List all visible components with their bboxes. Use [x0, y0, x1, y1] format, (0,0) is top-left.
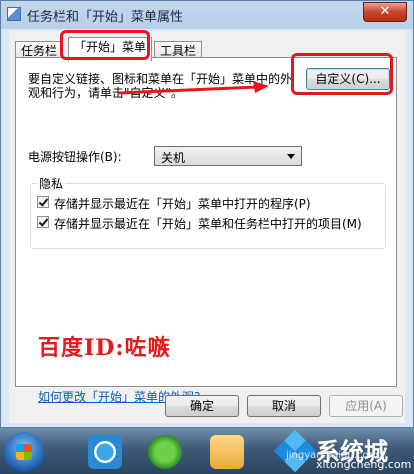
customize-button-highlight — [291, 53, 393, 95]
window-title: 任务栏和「开始」菜单属性 — [27, 10, 184, 25]
title-bar[interactable]: 任务栏和「开始」菜单属性 ✕ — [1, 1, 413, 27]
power-button-select[interactable]: 关机 — [154, 146, 302, 166]
folder-icon[interactable] — [210, 435, 244, 469]
refresh-app-icon[interactable] — [148, 435, 182, 469]
close-button[interactable]: ✕ — [363, 2, 407, 22]
cancel-button[interactable]: 取消 — [247, 395, 321, 417]
recent-items-label: 存储并显示最近在「开始」菜单和任务栏中打开的项目(M) — [54, 217, 362, 231]
taskbar: 系统城 jingyan.baidu.com xitongcheng.com — [0, 428, 414, 474]
ok-button[interactable]: 确定 — [165, 395, 239, 417]
recent-programs-label: 存储并显示最近在「开始」菜单中打开的程序(P) — [54, 197, 311, 211]
privacy-group-title: 隐私 — [37, 175, 66, 192]
privacy-group: 隐私 存储并显示最近在「开始」菜单中打开的程序(P) 存储并显示最近在「开始」菜… — [30, 175, 386, 249]
start-menu-tab-highlight — [60, 30, 150, 60]
cloud-app-icon[interactable] — [88, 435, 122, 469]
window-icon — [7, 7, 21, 21]
properties-dialog: 任务栏和「开始」菜单属性 ✕ 任务栏 「开始」菜单 工具栏 要自定义链接、图标和… — [0, 0, 414, 428]
apply-button[interactable]: 应用(A) — [329, 395, 403, 417]
start-menu-panel: 要自定义链接、图标和菜单在「开始」菜单中的外观和行为，请单击"自定义"。 自定义… — [15, 57, 397, 404]
windows-logo-icon — [16, 444, 32, 460]
red-arrow-icon — [118, 81, 269, 95]
recent-items-checkbox[interactable] — [37, 216, 49, 228]
brand-domain: xitongcheng.com — [316, 458, 412, 471]
power-button-value: 关机 — [161, 151, 186, 165]
brand-watermark: 系统城 jingyan.baidu.com xitongcheng.com — [273, 429, 414, 474]
start-button[interactable] — [4, 432, 44, 472]
power-button-label: 电源按钮操作(B): — [28, 150, 122, 164]
chevron-down-icon — [287, 154, 295, 159]
recent-programs-checkbox[interactable] — [37, 196, 49, 208]
baidu-id-watermark: 百度ID:咗嗾 — [38, 335, 171, 361]
